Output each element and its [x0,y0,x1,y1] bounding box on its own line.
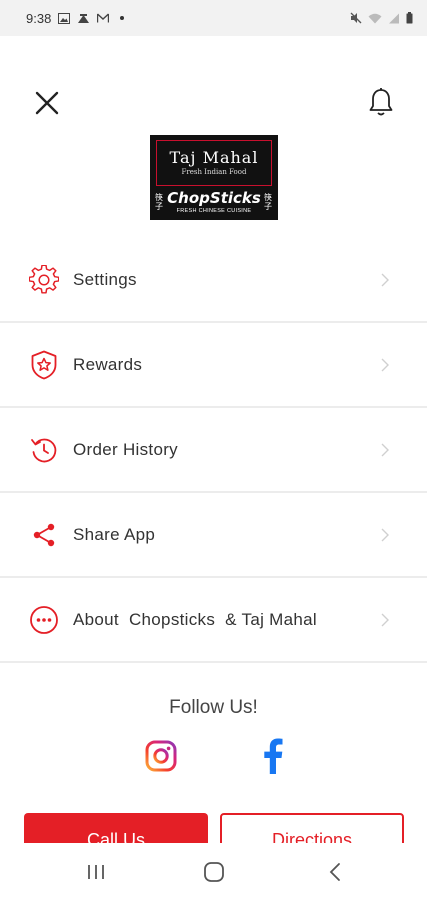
restaurant-logo: Taj Mahal Fresh Indian Food 筷子 筷子 ChopSt… [150,135,278,220]
system-nav-bar [0,843,427,900]
notifications-button[interactable] [364,84,398,120]
back-icon [329,862,340,881]
app-screen: 9:38 Taj Mahal Fresh Indian Food 筷子 筷子 C… [0,0,427,900]
menu-label-about: About Chopsticks & Taj Mahal [73,609,317,629]
recents-button[interactable] [66,843,126,900]
instagram-button[interactable] [145,740,177,772]
signal-icon [389,13,399,23]
status-bar: 9:38 [0,0,427,36]
back-button[interactable] [305,843,365,900]
menu-item-about[interactable]: About Chopsticks & Taj Mahal [0,578,427,663]
mute-icon [350,12,362,24]
bell-icon [369,88,393,116]
chevron-right-icon [381,528,389,541]
share-icon [28,519,60,551]
menu-item-share-app[interactable]: Share App [0,493,427,578]
drawer-menu: Settings Rewards Order History Share App [0,238,427,663]
facebook-button[interactable] [262,738,284,774]
wifi-icon [368,13,382,23]
facebook-icon [264,738,283,774]
chevron-right-icon [381,443,389,456]
logo-subtitle-indian: Fresh Indian Food [181,168,247,176]
notification-icon [78,13,90,23]
gallery-icon [58,12,71,24]
close-button[interactable] [30,86,64,120]
close-icon [35,91,59,115]
recents-icon [88,864,104,879]
dot-icon [120,16,125,20]
battery-icon [406,12,413,24]
logo-taj-mahal-box: Taj Mahal Fresh Indian Food [156,140,272,186]
chevron-right-icon [381,358,389,371]
gmail-icon [97,13,110,23]
history-icon [28,434,60,466]
status-time: 9:38 [26,10,52,26]
logo-subtitle-chinese: FRESH CHINESE CUISINE [176,208,252,214]
menu-label-settings: Settings [73,269,137,289]
menu-item-rewards[interactable]: Rewards [0,323,427,408]
logo-chopsticks: ChopSticks FRESH CHINESE CUISINE [150,189,278,217]
chevron-right-icon [381,613,389,626]
menu-label-rewards: Rewards [73,354,143,374]
menu-label-share-app: Share App [73,524,156,544]
instagram-icon [145,740,177,772]
menu-item-settings[interactable]: Settings [0,238,427,323]
menu-label-order-history: Order History [73,439,178,459]
gear-icon [28,264,60,296]
more-circle-icon [28,604,60,636]
logo-title-taj-mahal: Taj Mahal [169,148,259,167]
menu-item-order-history[interactable]: Order History [0,408,427,493]
chevron-right-icon [381,273,389,286]
logo-title-chopsticks: ChopSticks [167,189,261,207]
home-button[interactable] [184,843,244,900]
shield-star-icon [28,349,60,381]
home-icon [204,861,224,882]
follow-us-title: Follow Us! [169,697,258,718]
